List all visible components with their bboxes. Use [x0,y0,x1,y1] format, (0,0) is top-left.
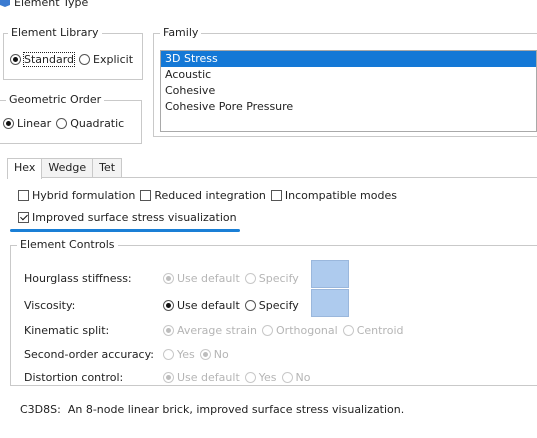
radio-icon [163,325,174,336]
radio-icon [163,300,174,311]
family-item-cohesive[interactable]: Cohesive [161,83,536,99]
viscosity-use-default-label: Use default [177,299,240,312]
viscosity-specify-label: Specify [258,299,299,312]
radio-icon [56,118,68,129]
hourglass-specify-radio[interactable]: Specify [244,272,299,285]
reduced-integration-checkbox[interactable]: Reduced integration [140,189,266,202]
hybrid-formulation-checkbox[interactable]: Hybrid formulation [18,189,135,202]
checkmark-icon [18,212,29,223]
element-controls-legend: Element Controls [17,238,118,252]
viscosity-specify-radio[interactable]: Specify [244,299,299,312]
reduced-integration-label: Reduced integration [154,189,266,202]
quadratic-radio[interactable]: Quadratic [56,117,124,130]
hourglass-value-field[interactable] [311,260,349,288]
hourglass-specify-label: Specify [258,272,299,285]
quadratic-label: Quadratic [70,117,125,130]
linear-label: Linear [17,117,52,130]
hourglass-use-default-label: Use default [177,272,240,285]
radio-icon [3,118,14,129]
element-controls-group: Element Controls [10,238,537,386]
checkbox-icon [140,190,152,201]
second-order-accuracy-label: Second-order accuracy: [24,348,155,361]
distortion-no-label: No [295,371,311,384]
tab-tet[interactable]: Tet [92,158,123,178]
distortion-use-default-radio[interactable]: Use default [163,371,240,384]
centroid-radio[interactable]: Centroid [342,324,404,337]
checkbox-icon [18,190,29,201]
radio-icon [199,349,211,360]
radio-icon [244,372,256,383]
radio-icon [163,349,174,360]
distortion-yes-radio[interactable]: Yes [244,371,277,384]
family-item-3d-stress[interactable]: 3D Stress [161,51,536,67]
highlight-underline [10,229,240,232]
incompatible-modes-label: Incompatible modes [284,189,397,202]
radio-icon [281,372,293,383]
kinematic-split-label: Kinematic split: [24,324,110,337]
checkbox-icon [270,190,282,201]
orthogonal-label: Orthogonal [276,324,338,337]
second-order-yes-label: Yes [177,348,195,361]
family-list[interactable]: 3D Stress Acoustic Cohesive Cohesive Por… [160,50,537,132]
viscosity-use-default-radio[interactable]: Use default [163,299,240,312]
family-item-acoustic[interactable]: Acoustic [161,67,536,83]
linear-radio[interactable]: Linear [3,117,51,130]
geometric-order-legend: Geometric Order [6,93,105,107]
geometric-order-group: Geometric Order Linear Quadratic [0,93,142,144]
window-title-bar: Element Type [0,0,88,10]
improved-surface-stress-checkbox[interactable]: Improved surface stress visualization [18,211,237,224]
average-strain-label: Average strain [177,324,258,337]
hourglass-stiffness-label: Hourglass stiffness: [24,272,132,285]
hybrid-formulation-label: Hybrid formulation [32,189,136,202]
radio-icon [244,300,256,311]
improved-surface-stress-label: Improved surface stress visualization [32,211,237,224]
tab-hex[interactable]: Hex [7,158,43,179]
element-shape-tabs: Hex Wedge Tet [7,158,123,179]
controls-divider [10,385,537,386]
radio-icon [163,372,174,383]
radio-icon [262,325,274,336]
incompatible-modes-checkbox[interactable]: Incompatible modes [270,189,397,202]
radio-icon [10,54,21,65]
radio-icon [342,325,354,336]
distortion-yes-label: Yes [258,371,277,384]
second-order-no-radio[interactable]: No [199,348,229,361]
distortion-no-radio[interactable]: No [281,371,311,384]
window-title: Element Type [14,0,89,9]
element-type-icon [0,0,10,7]
distortion-control-label: Distortion control: [24,371,124,384]
centroid-label: Centroid [356,324,404,337]
average-strain-radio[interactable]: Average strain [163,324,257,337]
family-legend: Family [160,26,202,40]
second-order-yes-radio[interactable]: Yes [163,348,195,361]
second-order-no-label: No [213,348,229,361]
viscosity-value-field[interactable] [311,289,349,317]
radio-icon [244,273,256,284]
hourglass-use-default-radio[interactable]: Use default [163,272,240,285]
viscosity-label: Viscosity: [24,299,76,312]
orthogonal-radio[interactable]: Orthogonal [262,324,338,337]
family-item-cohesive-pore-pressure[interactable]: Cohesive Pore Pressure [161,99,536,115]
explicit-label: Explicit [93,53,134,66]
element-description: C3D8S: An 8-node linear brick, improved … [20,403,405,416]
explicit-radio[interactable]: Explicit [79,53,133,66]
element-library-group: Element Library Standard Explicit [3,26,143,80]
tab-wedge[interactable]: Wedge [41,158,94,178]
radio-icon [79,54,91,65]
standard-radio[interactable]: Standard [10,52,76,67]
radio-icon [163,273,174,284]
element-library-legend: Element Library [8,26,102,40]
standard-label: Standard [22,52,76,67]
distortion-use-default-label: Use default [177,371,240,384]
